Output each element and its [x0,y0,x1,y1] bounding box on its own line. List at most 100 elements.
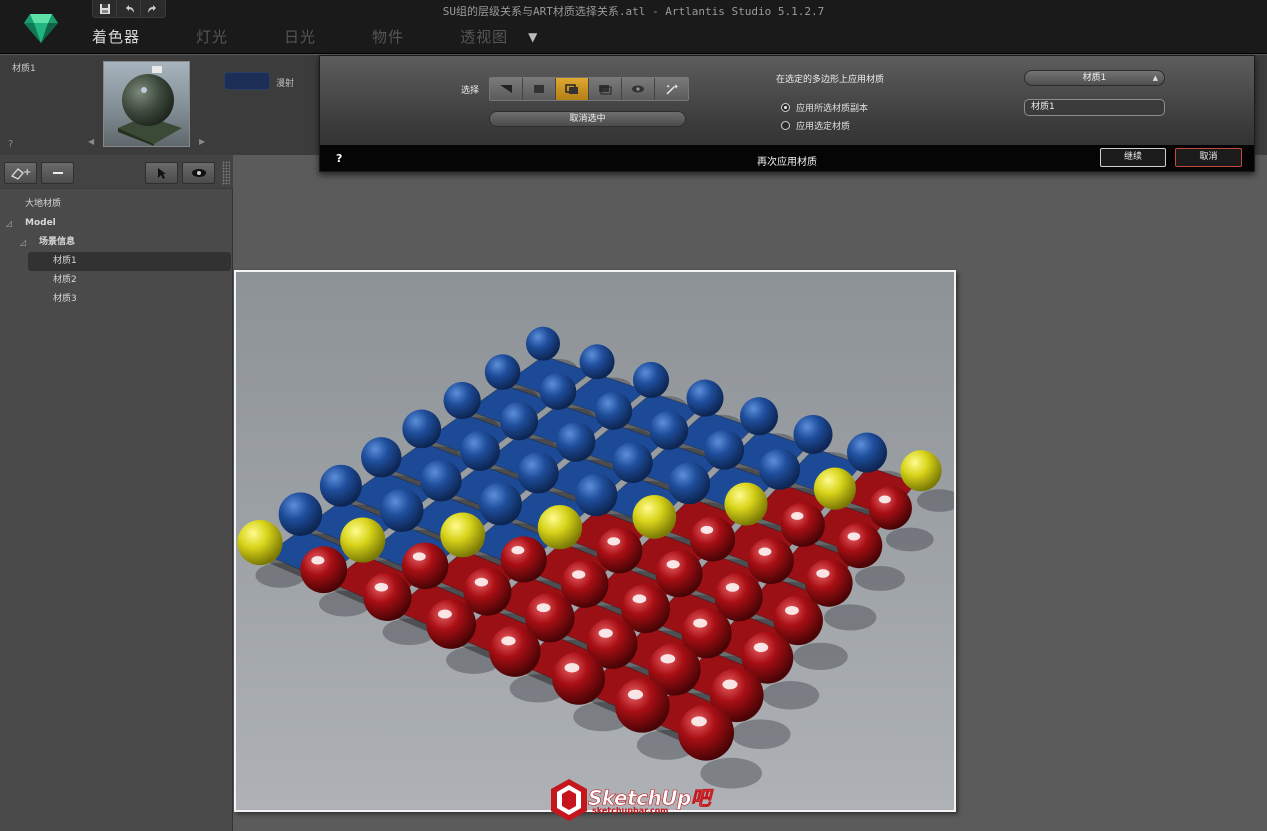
expand-triangle-icon[interactable]: ◿ [20,233,26,252]
add-material-icon: + [10,167,31,180]
material-tree: 大地材质 ◿ Model ◿ 场景信息 材质1 材质2 材质3 [0,195,233,309]
tab-shaders[interactable]: 着色器 [92,26,140,47]
tree-item-material-1[interactable]: 材质1 [28,252,231,271]
sphere-highlight [660,654,676,664]
previous-arrow-icon[interactable]: ◀ [88,137,94,146]
eye-select-icon [632,85,644,93]
sphere-highlight [412,552,426,561]
red-sphere [363,572,412,622]
blue-sphere [846,432,888,473]
select-layer-button[interactable] [622,78,655,100]
square-select-icon [534,85,544,93]
blue-sphere [499,402,539,441]
apply-material-panel: 选择 ✦ ✦ 取消选中 在选定的多边形上应用材质 应用所选材质副本 应用选定材质… [319,55,1255,172]
sphere-highlight [722,679,738,690]
diffuse-label: 漫射 [276,79,295,89]
panel-action-bar: ? 再次应用材质 继续 取消 [320,145,1254,171]
magic-wand-icon: ✦✦ [666,83,679,95]
sphere-highlight [474,577,489,587]
select-object-button[interactable] [589,78,622,100]
help-icon[interactable]: ? [8,139,13,150]
blue-sphere [686,379,724,417]
tab-heliodon[interactable]: 日光 [284,26,316,47]
deselect-button[interactable]: 取消选中 [489,111,686,127]
tree-item-scene-info[interactable]: ◿ 场景信息 [0,233,233,252]
select-group-button[interactable] [556,78,589,100]
apply-copy-option[interactable]: 应用所选材质副本 [781,101,868,114]
select-polygon-button[interactable] [490,78,523,100]
material-dropdown-value: 材质1 [1082,73,1107,83]
select-face-button[interactable] [523,78,556,100]
material-dropdown[interactable]: 材质1 ▲ [1024,70,1165,86]
tab-objects[interactable]: 物件 [372,26,404,47]
blue-sphere [319,464,362,507]
apply-selected-option[interactable]: 应用选定材质 [781,119,850,132]
blue-sphere [668,462,711,505]
sphere-highlight [632,594,647,604]
sphere-highlight [536,603,551,613]
blue-sphere [579,344,615,380]
sphere-highlight [501,636,516,646]
magic-select-button[interactable]: ✦ ✦ [655,78,688,100]
tree-item-model[interactable]: ◿ Model [0,214,233,233]
continue-button[interactable]: 继续 [1100,148,1166,167]
sphere-highlight [878,495,891,504]
tree-item-material-2[interactable]: 材质2 [0,271,233,290]
red-sphere [552,651,606,705]
sphere-shadow [731,719,791,750]
red-sphere [678,704,734,761]
watermark: SketchUp吧 sketchupbar.com [550,778,716,824]
shader-list-panel: + 大地材质 ◿ Model ◿ 场景信息 材质1 材质2 材质3 [0,155,233,831]
visibility-toggle-button[interactable] [182,162,215,184]
blue-sphere [278,492,323,536]
red-sphere [300,546,348,594]
material-thumbnail[interactable] [103,61,190,147]
red-sphere [655,550,703,598]
blue-sphere [574,473,618,517]
window-title: SU组的层级关系与ART材质选择关系.atl - Artlantis Studi… [442,5,825,18]
add-material-button[interactable]: + [4,162,37,184]
diffuse-color-swatch[interactable] [224,72,270,90]
tabs-dropdown-icon[interactable]: ▼ [528,30,537,44]
main-tabs: 着色器 灯光 日光 物件 透视图 ▼ [92,26,537,47]
blue-sphere [739,397,779,436]
blue-sphere [539,373,577,410]
render-preview-viewport[interactable] [234,270,956,812]
rendered-scene-image [236,272,954,810]
artlantis-window: SU组的层级关系与ART材质选择关系.atl - Artlantis Studi… [0,0,1267,831]
pointer-tool-button[interactable] [145,162,178,184]
blue-sphere [594,392,633,430]
remove-material-button[interactable] [41,162,74,184]
sphere-shadow [885,527,934,552]
apply-selected-label: 应用选定材质 [796,122,851,132]
tree-item-material-3[interactable]: 材质3 [0,290,233,309]
expand-triangle-icon[interactable]: ◿ [6,214,12,233]
red-sphere [836,522,883,569]
tab-perspectives[interactable]: 透视图 [460,26,508,47]
apply-copy-radio[interactable] [781,103,790,112]
blue-sphere [361,437,402,478]
updown-caret-icon: ▲ [1152,74,1158,82]
cancel-button[interactable]: 取消 [1175,148,1242,167]
next-arrow-icon[interactable]: ▶ [199,137,205,146]
blue-sphere [555,422,596,462]
yel-sphere [340,517,386,563]
red-sphere [426,599,477,649]
blue-sphere [484,354,521,390]
blue-sphere [649,410,689,450]
blue-sphere [526,326,560,361]
blue-sphere [419,459,462,502]
apply-selected-radio[interactable] [781,121,790,130]
material-name-field[interactable]: 材质1 [1024,99,1165,116]
panel-resize-grip[interactable] [222,161,230,185]
tab-lights[interactable]: 灯光 [196,26,228,47]
sphere-highlight [753,642,769,653]
blue-sphere [793,414,833,454]
yel-sphere [813,467,856,510]
apply-on-polygons-title: 在选定的多边形上应用材质 [776,75,885,85]
sphere-highlight [437,609,452,619]
triangle-select-icon [500,85,512,93]
tree-item-ground[interactable]: 大地材质 [0,195,233,214]
sphere-highlight [598,628,613,638]
top-bar: SU组的层级关系与ART材质选择关系.atl - Artlantis Studi… [0,0,1267,54]
